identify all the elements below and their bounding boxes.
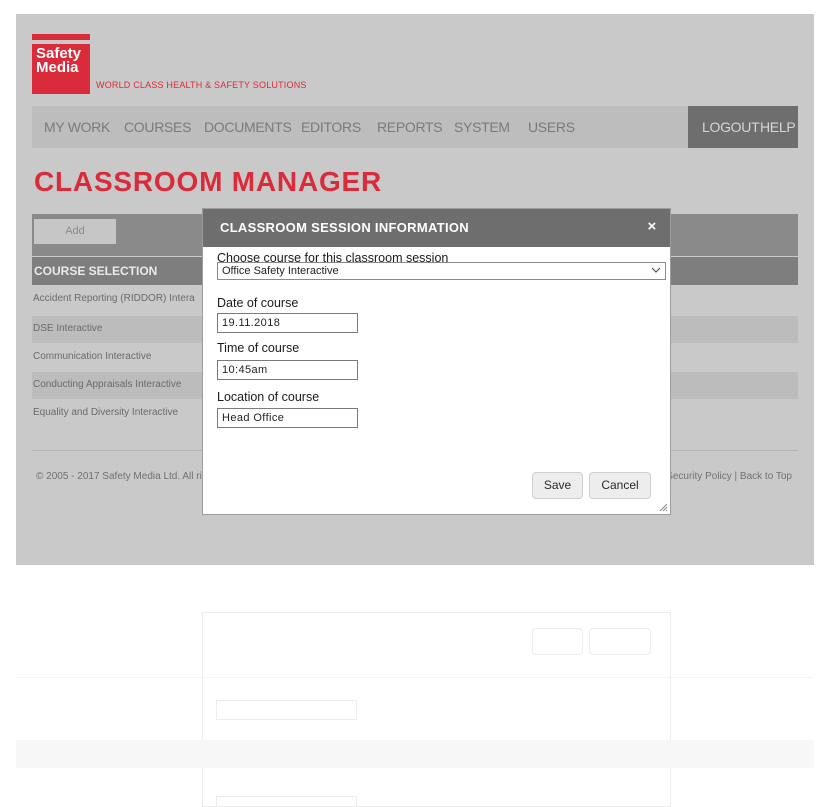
reflection-row bbox=[16, 740, 814, 768]
cancel-button[interactable]: Cancel bbox=[589, 472, 651, 499]
time-field[interactable]: 10:45am bbox=[217, 360, 358, 380]
nav-logout[interactable]: LOGOUT bbox=[702, 119, 760, 135]
time-label: Time of course bbox=[217, 341, 300, 355]
screenshot-reflection bbox=[16, 580, 814, 807]
location-value: Head Office bbox=[222, 412, 285, 424]
nav-item-courses[interactable]: COURSES bbox=[124, 119, 191, 135]
add-button[interactable]: Add bbox=[34, 219, 116, 244]
footer-copyright: © 2005 - 2017 Safety Media Ltd. All righ… bbox=[36, 471, 221, 482]
course-name: Communication Interactive bbox=[33, 351, 152, 362]
screenshot-frame: Safety Media WORLD CLASS HEALTH & SAFETY… bbox=[16, 14, 814, 565]
reflection-input bbox=[216, 700, 357, 720]
course-select-value: Office Safety Interactive bbox=[222, 265, 339, 277]
course-select[interactable]: Office Safety Interactive bbox=[217, 262, 666, 280]
location-label: Location of course bbox=[217, 390, 320, 404]
page-title: CLASSROOM MANAGER bbox=[34, 166, 383, 197]
nav-item-reports[interactable]: REPORTS bbox=[377, 119, 443, 135]
course-name: Accident Reporting (RIDDOR) Intera bbox=[33, 293, 195, 304]
date-label: Date of course bbox=[217, 296, 299, 310]
logo-line-2: Media bbox=[36, 59, 79, 76]
reflection-divider bbox=[16, 677, 814, 678]
close-icon[interactable]: × bbox=[644, 219, 660, 235]
resize-grip-icon[interactable] bbox=[658, 502, 668, 512]
course-name: Conducting Appraisals Interactive bbox=[33, 379, 182, 390]
dialog-title: CLASSROOM SESSION INFORMATION bbox=[220, 220, 469, 235]
reflection-button bbox=[532, 628, 583, 655]
app-page: Safety Media WORLD CLASS HEALTH & SAFETY… bbox=[16, 14, 814, 565]
nav-item-my-work[interactable]: MY WORK bbox=[44, 119, 110, 135]
brand-tagline: WORLD CLASS HEALTH & SAFETY SOLUTIONS bbox=[96, 80, 307, 90]
reflection-button bbox=[589, 628, 651, 655]
main-nav: MY WORK COURSES DOCUMENTS EDITORS REPORT… bbox=[32, 106, 798, 148]
time-value: 10:45am bbox=[222, 364, 268, 376]
logo-top-bar bbox=[32, 40, 90, 44]
course-name: Equality and Diversity Interactive bbox=[33, 407, 179, 418]
footer-links[interactable]: | Security Policy | Back to Top bbox=[661, 471, 792, 482]
location-field[interactable]: Head Office bbox=[217, 408, 358, 428]
date-value: 19.11.2018 bbox=[222, 317, 281, 329]
nav-item-users[interactable]: USERS bbox=[528, 119, 575, 135]
save-button[interactable]: Save bbox=[532, 472, 583, 499]
nav-item-editors[interactable]: EDITORS bbox=[301, 119, 361, 135]
course-name: DSE Interactive bbox=[33, 323, 103, 334]
nav-item-system[interactable]: SYSTEM bbox=[454, 119, 510, 135]
reflection-input bbox=[216, 796, 357, 807]
classroom-session-dialog: CLASSROOM SESSION INFORMATION × Choose c… bbox=[202, 208, 671, 515]
chevron-down-icon bbox=[651, 267, 661, 273]
nav-account-area: LOGOUT HELP bbox=[688, 106, 798, 148]
date-field[interactable]: 19.11.2018 bbox=[217, 313, 358, 333]
dialog-header: CLASSROOM SESSION INFORMATION × bbox=[203, 209, 670, 247]
safety-media-logo[interactable]: Safety Media bbox=[32, 34, 90, 94]
nav-item-documents[interactable]: DOCUMENTS bbox=[204, 119, 292, 135]
nav-help[interactable]: HELP bbox=[760, 119, 796, 135]
